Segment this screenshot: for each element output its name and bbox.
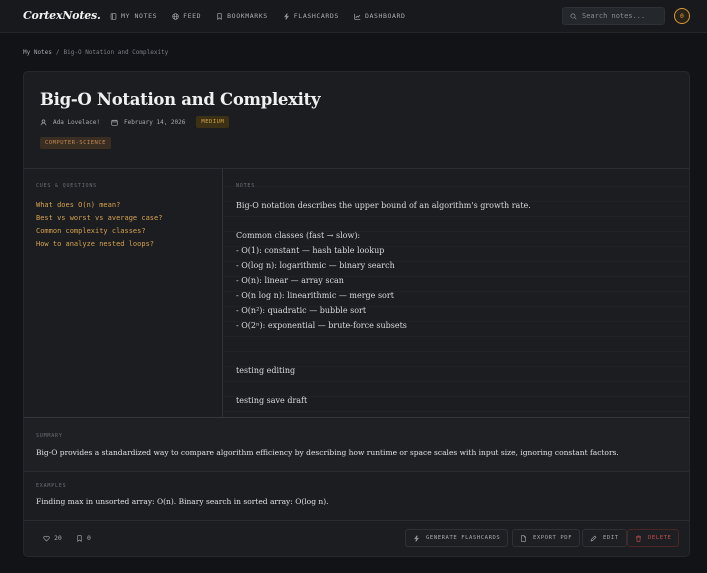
note-line: - O(2ⁿ): exponential — brute-force subse…	[236, 321, 407, 330]
trash-icon	[636, 535, 641, 542]
cues-column: CUES & QUESTIONS What does O(n) mean? Be…	[24, 169, 223, 417]
nav-feed-label: FEED	[183, 12, 202, 20]
divider	[24, 520, 689, 521]
note-line: - O(1): constant — hash table lookup	[236, 246, 385, 255]
cue-item[interactable]: What does O(n) mean?	[36, 199, 162, 212]
author-name: Ada Lovelace!	[53, 118, 100, 126]
date: February 14, 2026	[111, 119, 185, 126]
cue-item[interactable]: Best vs worst vs average case?	[36, 212, 162, 225]
note-line: testing save draft	[236, 396, 308, 405]
summary-text: Big-O provides a standardized way to com…	[36, 448, 619, 457]
calendar-icon	[111, 119, 118, 126]
note-line	[236, 213, 531, 228]
author: Ada Lovelace!	[40, 119, 100, 126]
heart-icon	[43, 535, 50, 541]
nav-my-notes-label: MY NOTES	[121, 12, 158, 20]
note-line	[236, 348, 531, 363]
note-lines: Big-O notation describes the upper bound…	[236, 198, 531, 408]
delete-button[interactable]: DELETE	[627, 529, 680, 547]
bookmark-icon	[77, 534, 82, 542]
chart-icon	[354, 13, 361, 20]
nav-links: MY NOTES FEED BOOKMARKS FLASHCARDS DASHB…	[110, 12, 421, 20]
cue-item[interactable]: How to analyze nested loops?	[36, 238, 162, 251]
examples-text: Finding max in unsorted array: O(n). Bin…	[36, 497, 329, 506]
notes-label: NOTES	[236, 183, 256, 189]
user-icon	[40, 119, 47, 125]
export-pdf-button[interactable]: EXPORT PDF	[512, 529, 581, 547]
note-line: - O(n²): quadratic — bubble sort	[236, 306, 367, 315]
breadcrumb-separator: /	[55, 49, 60, 56]
bolt-icon	[283, 12, 289, 20]
bookmark-icon	[217, 12, 222, 20]
top-nav: CortexNotes. MY NOTES FEED BOOKMARKS FLA…	[0, 0, 707, 33]
cues-label: CUES & QUESTIONS	[36, 183, 97, 189]
tag-computer-science[interactable]: COMPUTER-SCIENCE	[40, 137, 111, 149]
bookmark-button[interactable]: 0	[76, 534, 91, 542]
document-icon	[521, 534, 526, 542]
nav-my-notes[interactable]: MY NOTES	[110, 12, 157, 20]
bookmark-count: 0	[87, 534, 91, 542]
breadcrumb-root[interactable]: My Notes	[23, 49, 52, 56]
nav-dashboard[interactable]: DASHBOARD	[354, 12, 406, 20]
pencil-icon	[590, 535, 597, 541]
note-line	[236, 378, 531, 393]
generate-flashcards-button[interactable]: GENERATE FLASHCARDS	[405, 529, 509, 547]
app-logo[interactable]: CortexNotes.	[23, 9, 101, 22]
avatar[interactable]: 0	[674, 8, 690, 24]
edit-button[interactable]: EDIT	[582, 529, 627, 547]
breadcrumb-current: Big-O Notation and Complexity	[63, 49, 169, 56]
notes-column: NOTES Big-O notation describes the upper…	[224, 169, 689, 417]
nav-bookmarks[interactable]: BOOKMARKS	[216, 12, 268, 20]
breadcrumb: My Notes / Big-O Notation and Complexity	[23, 49, 168, 56]
summary-label: SUMMARY	[36, 433, 63, 439]
nav-feed[interactable]: FEED	[172, 12, 201, 20]
search-box[interactable]	[562, 7, 665, 25]
nav-flashcards-label: FLASHCARDS	[293, 12, 339, 20]
like-count: 20	[54, 534, 62, 542]
note-meta: Ada Lovelace! February 14, 2026 MEDIUM	[40, 116, 230, 128]
divider	[24, 471, 689, 472]
nav-flashcards[interactable]: FLASHCARDS	[283, 12, 339, 20]
delete-label: DELETE	[648, 535, 672, 541]
export-pdf-label: EXPORT PDF	[533, 535, 573, 541]
note-line: testing editing	[236, 366, 296, 375]
note-line: - O(log n): logarithmic — binary search	[236, 261, 395, 270]
date-text: February 14, 2026	[123, 118, 186, 126]
summary-section: SUMMARY Big-O provides a standardized wa…	[24, 418, 689, 471]
difficulty-badge: MEDIUM	[196, 116, 230, 128]
note-card: Big-O Notation and Complexity Ada Lovela…	[23, 71, 690, 557]
nav-bookmarks-label: BOOKMARKS	[227, 12, 268, 20]
search-icon	[570, 12, 577, 20]
notebook-icon	[110, 12, 117, 20]
cue-item[interactable]: Common complexity classes?	[36, 225, 162, 238]
generate-flashcards-label: GENERATE FLASHCARDS	[426, 535, 501, 541]
edit-label: EDIT	[603, 535, 619, 541]
examples-label: EXAMPLES	[36, 483, 67, 489]
globe-icon	[172, 12, 179, 20]
nav-dashboard-label: DASHBOARD	[364, 12, 406, 20]
search-input[interactable]	[582, 12, 662, 20]
note-line: Common classes (fast → slow):	[236, 231, 361, 240]
note-line	[236, 333, 531, 348]
cue-list: What does O(n) mean? Best vs worst vs av…	[36, 199, 162, 251]
like-button[interactable]: 20	[43, 534, 62, 542]
note-line: Big-O notation describes the upper bound…	[236, 201, 531, 210]
page-title: Big-O Notation and Complexity	[40, 90, 321, 109]
note-line: - O(n): linear — array scan	[236, 276, 344, 285]
note-line: - O(n log n): linearithmic — merge sort	[236, 291, 394, 300]
bolt-icon	[414, 534, 419, 542]
